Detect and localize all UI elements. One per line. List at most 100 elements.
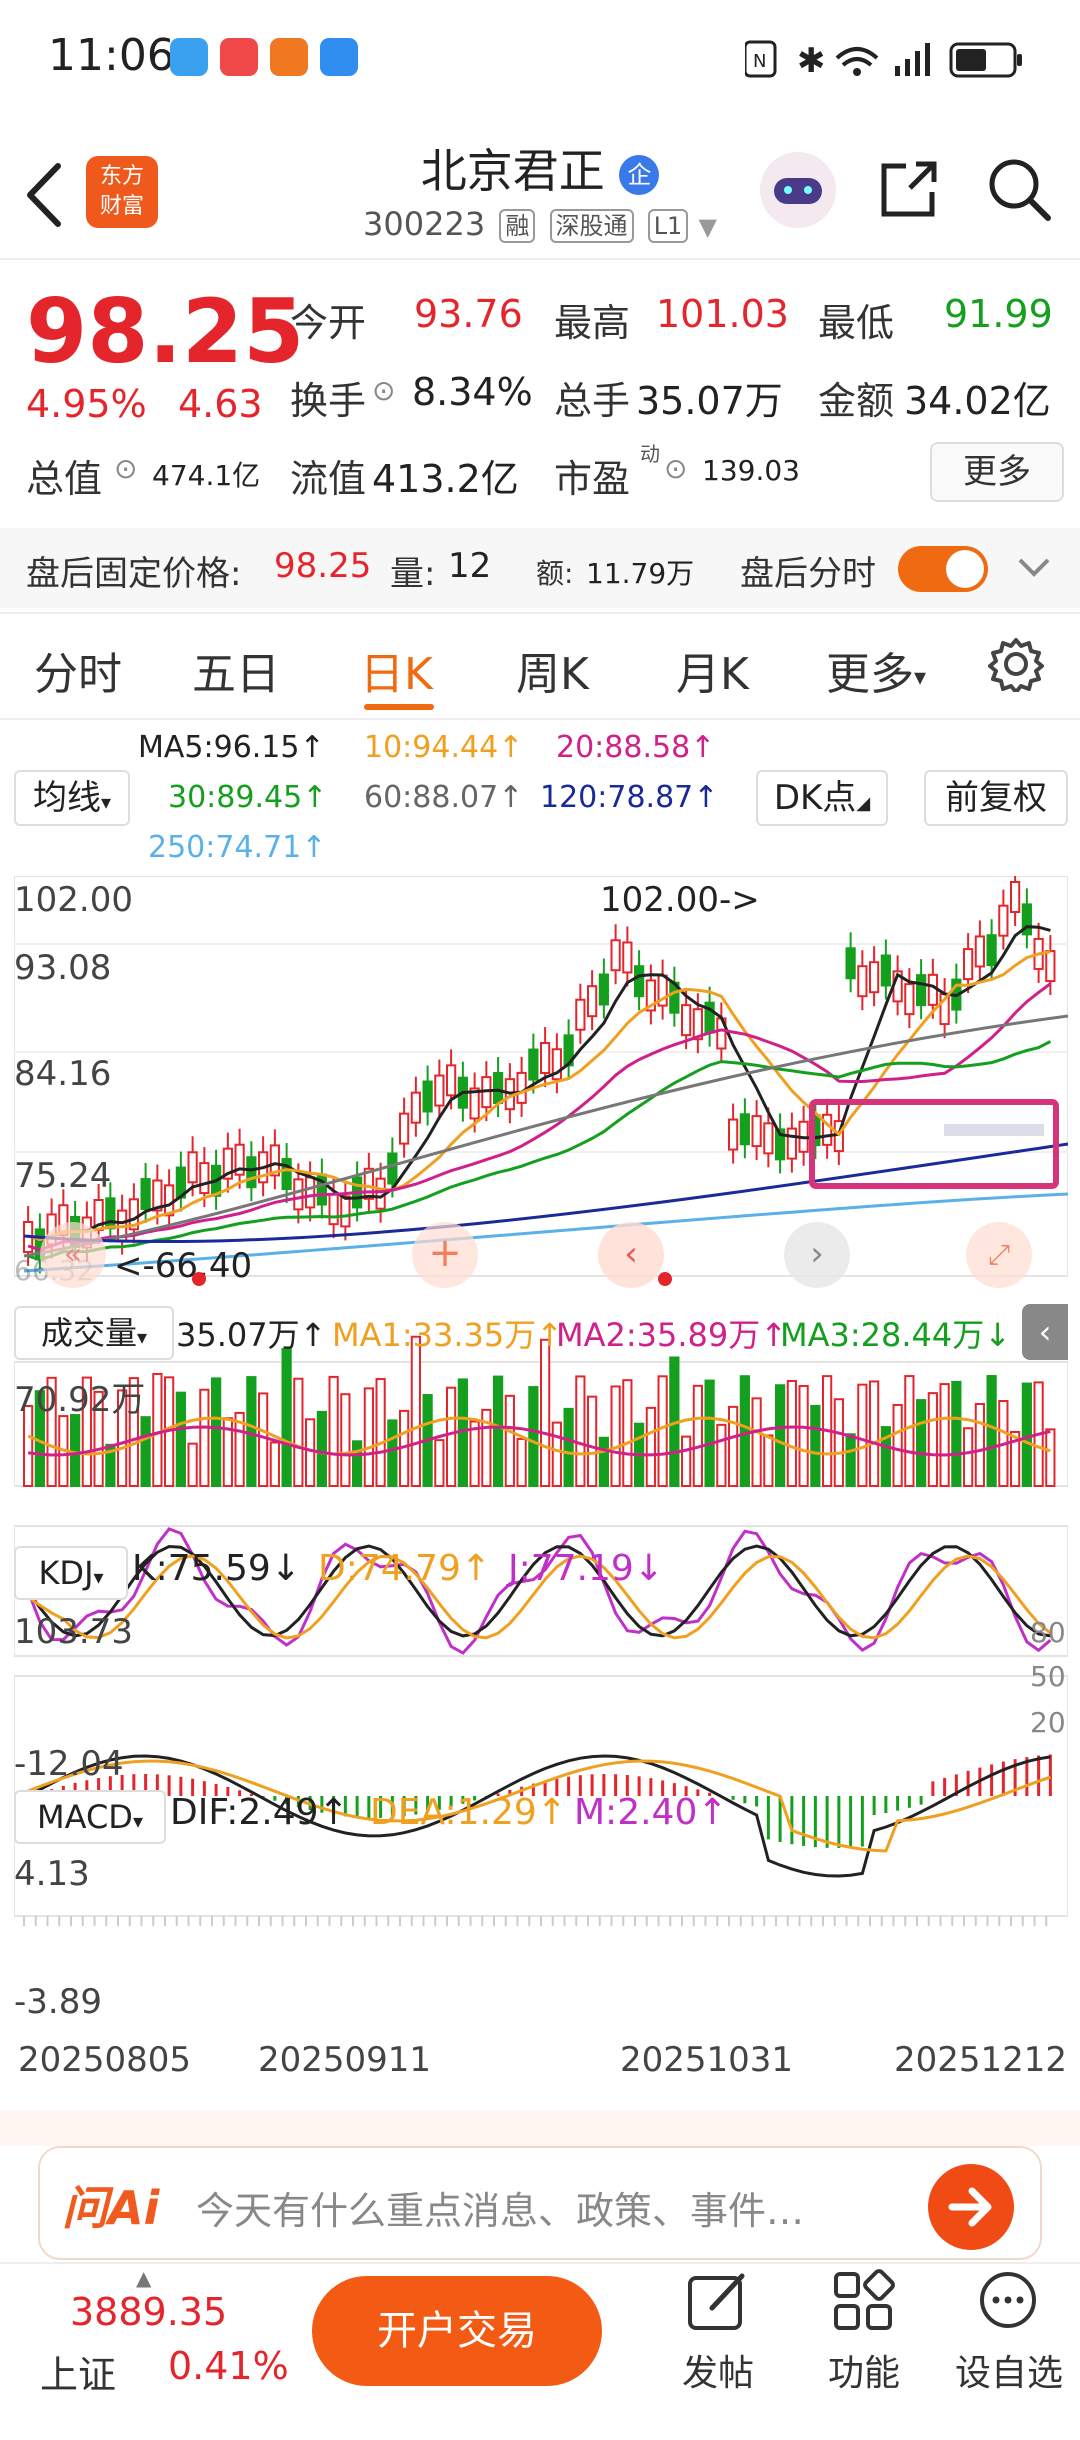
chat-bubble-icon[interactable] <box>974 2268 1042 2336</box>
candle-body <box>1045 950 1056 983</box>
scroll-right-button[interactable]: › <box>784 1222 850 1288</box>
scroll-left-button[interactable]: ‹ <box>598 1222 664 1288</box>
ma120-value: 120:78.87↑ <box>540 780 719 815</box>
divider <box>0 718 1080 720</box>
volume-bar <box>293 1377 304 1487</box>
svg-text:✱: ✱ <box>797 41 826 81</box>
kline-chart-area[interactable] <box>14 876 1068 2022</box>
date-label-4: 20251212 <box>894 2040 1068 2080</box>
tag-level: L1 <box>647 209 689 243</box>
volume-bar <box>833 1398 844 1487</box>
collapse-panel-button[interactable]: ‹ <box>1022 1304 1068 1360</box>
after-hours-volume: 12 <box>448 546 492 586</box>
candle-body <box>610 939 621 972</box>
candle-body <box>880 954 891 987</box>
volume-bar <box>211 1377 222 1488</box>
kdj-d: D:74.79↑ <box>318 1548 492 1589</box>
functions-grid-icon[interactable] <box>830 2268 898 2336</box>
volume-bar <box>974 1403 985 1487</box>
add-watchlist-label[interactable]: 设自选 <box>944 2344 1074 2396</box>
adjust-mode-button[interactable]: 前复权 <box>924 770 1068 826</box>
ma10-value: 10:94.44↑ <box>364 730 524 765</box>
gear-icon[interactable] <box>988 636 1044 692</box>
ma-selector[interactable]: 均线▾ <box>14 770 130 826</box>
index-change[interactable]: 0.41% <box>168 2344 289 2388</box>
macd-axis-top: 4.13 <box>14 1854 90 1894</box>
more-button[interactable]: 更多 <box>930 442 1064 502</box>
divider <box>0 612 1080 614</box>
index-value[interactable]: 3889.35 <box>70 2290 227 2334</box>
pe-dynamic-mark: 动 <box>640 442 660 466</box>
info-icon[interactable]: ⊙ <box>664 452 687 485</box>
macd-selector-label: MACD <box>37 1798 133 1836</box>
volume-bar <box>786 1380 797 1487</box>
volume-bar <box>763 1434 774 1488</box>
fullscreen-icon[interactable]: ⤢ <box>966 1222 1032 1288</box>
dk-point-button[interactable]: DK点◢ <box>756 770 888 826</box>
after-hours-amount: 11.79万 <box>586 557 695 590</box>
tab-more-label: 更多 <box>826 649 914 700</box>
volume-bar <box>152 1372 163 1487</box>
candle-body <box>869 961 880 994</box>
open-account-trade-button[interactable]: 开户交易 <box>312 2276 602 2386</box>
volume-bar <box>269 1441 280 1487</box>
ai-bar-background <box>0 2110 1080 2146</box>
tab-monthly-k[interactable]: 月K <box>676 638 749 702</box>
date-label-3: 20251031 <box>620 2040 794 2080</box>
clown-app-icon <box>220 38 258 76</box>
dk-point-label: DK点 <box>773 778 857 818</box>
volume-bar <box>363 1387 374 1488</box>
price-axis-top: 102.00 <box>14 880 133 920</box>
volume-ma2: MA2:35.89万↑ <box>556 1316 788 1354</box>
volume-selector[interactable]: 成交量▾ <box>14 1306 174 1360</box>
candle-body <box>974 935 985 968</box>
volume-bar <box>563 1407 574 1488</box>
kdj-axis-top: 103.73 <box>14 1612 133 1652</box>
candle-body <box>528 1048 539 1081</box>
after-hours-toggle[interactable] <box>898 546 988 592</box>
price-axis-3: 84.16 <box>14 1054 112 1094</box>
ai-submit-button[interactable] <box>928 2164 1014 2250</box>
ai-ask-placeholder[interactable]: 今天有什么重点消息、政策、事件… <box>196 2180 896 2235</box>
share-icon[interactable] <box>876 156 942 222</box>
kdj-selector[interactable]: KDJ▾ <box>14 1546 128 1600</box>
post-edit-icon[interactable] <box>684 2268 752 2336</box>
search-icon[interactable] <box>984 154 1054 224</box>
tab-five-day[interactable]: 五日 <box>192 638 280 702</box>
functions-label[interactable]: 功能 <box>806 2344 922 2396</box>
date-label-1: 20250805 <box>18 2040 192 2080</box>
tab-intraday[interactable]: 分时 <box>34 638 122 702</box>
volume-bar <box>516 1437 527 1488</box>
volume-bar <box>916 1399 927 1487</box>
tab-weekly-k[interactable]: 周K <box>516 638 589 702</box>
ai-robot-avatar[interactable] <box>760 152 836 228</box>
ma30-value: 30:89.45↑ <box>168 780 328 815</box>
tab-daily-k[interactable]: 日K <box>360 638 433 702</box>
scroll-left-fast-button[interactable]: « <box>40 1222 106 1288</box>
open-label: 今开 <box>290 301 367 345</box>
volume-bar <box>587 1395 598 1487</box>
enterprise-badge: 企 <box>619 154 660 195</box>
volume-bar <box>493 1375 504 1487</box>
info-icon[interactable]: ⊙ <box>372 374 395 407</box>
turnover-label: 换手 <box>290 379 367 423</box>
volume-bar <box>963 1427 974 1487</box>
ma20-value: 20:88.58↑ <box>556 730 716 765</box>
kdj-k: K:75.59↓ <box>132 1548 301 1589</box>
candle-body <box>963 948 974 981</box>
chevron-down-icon[interactable]: ▼ <box>699 213 717 241</box>
volume-label: 总手 <box>554 379 631 423</box>
post-label[interactable]: 发帖 <box>660 2344 776 2396</box>
info-icon[interactable]: ⊙ <box>114 452 137 485</box>
chevron-down-icon[interactable] <box>1016 554 1052 582</box>
change-percent: 4.95% <box>26 382 147 426</box>
caret-down-icon: ▾ <box>100 790 112 814</box>
stock-name: 北京君正 <box>420 144 605 198</box>
zoom-in-button[interactable]: + <box>412 1222 478 1288</box>
macd-dif: DIF:2.49↑ <box>170 1792 349 1833</box>
index-name[interactable]: 上证 <box>40 2344 116 2399</box>
tab-more[interactable]: 更多▾ <box>826 638 926 702</box>
caret-down-icon: ▾ <box>132 1809 143 1833</box>
macd-selector[interactable]: MACD▾ <box>14 1790 166 1844</box>
candle-body <box>187 1151 198 1184</box>
